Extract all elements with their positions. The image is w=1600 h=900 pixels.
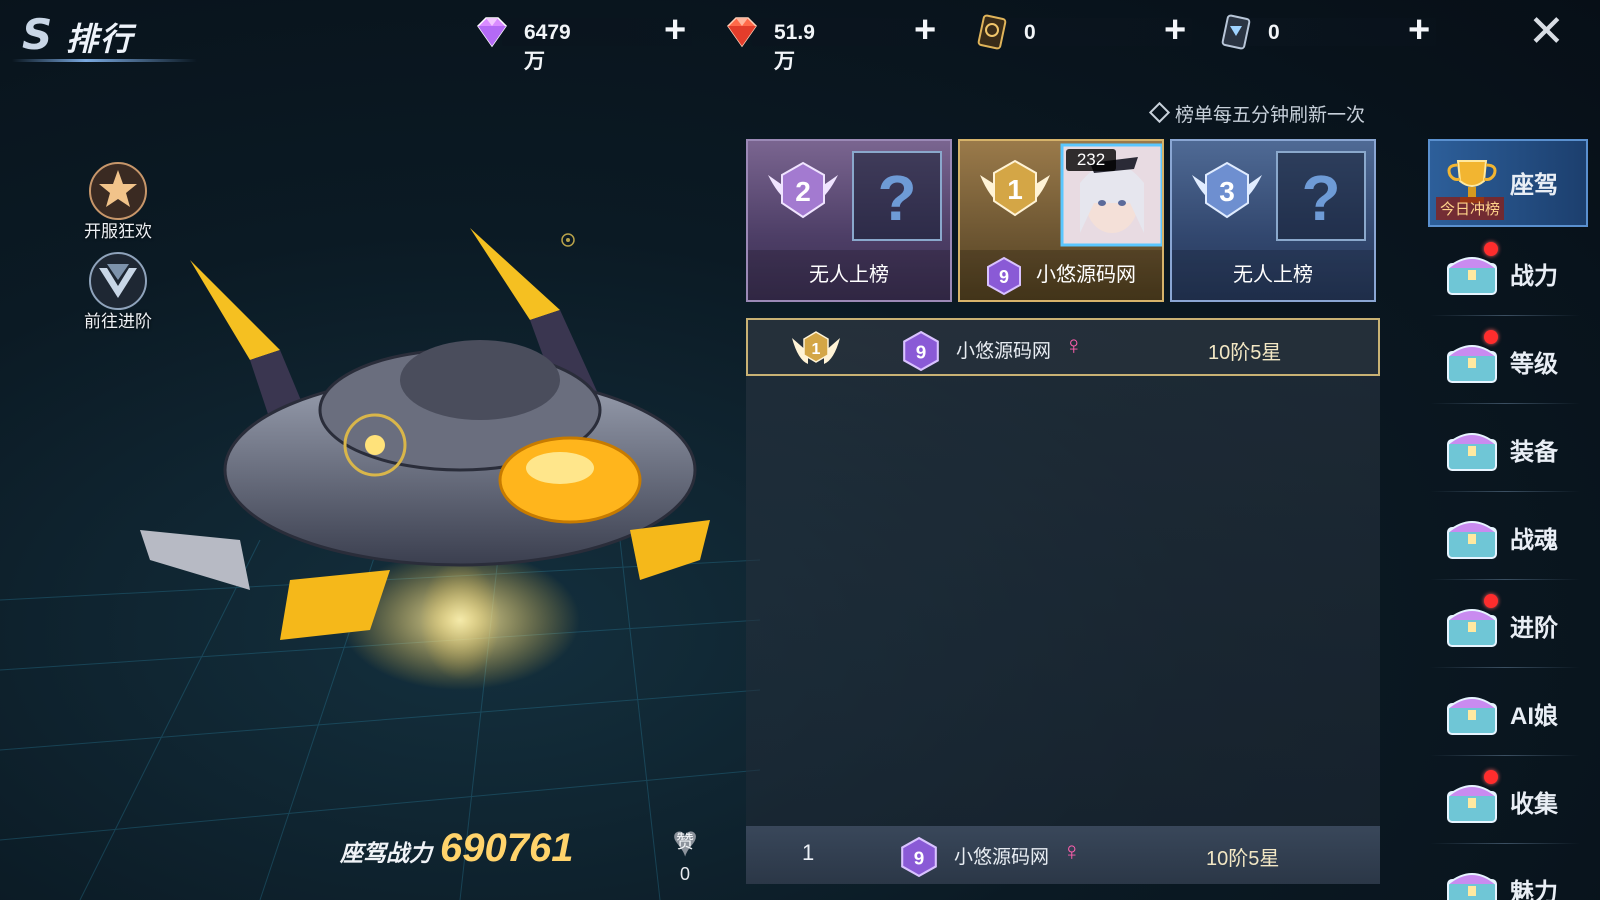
divider [1430,491,1580,492]
silver-card-icon [1221,14,1251,50]
gem-icon [477,17,507,48]
svg-text:9: 9 [916,342,927,363]
today-rush-badge: 今日冲榜 [1436,197,1505,220]
rank-2-badge-icon: 2 [768,161,838,219]
female-icon: ♀ [1064,330,1084,360]
tab-power[interactable]: 战力 [1430,232,1588,316]
divider [1430,403,1580,404]
add-red-gem-button[interactable]: + [914,10,936,50]
close-button[interactable]: ✕ [1528,10,1565,54]
tab-equipment-label: 装备 [1510,439,1558,466]
tab-charm[interactable]: 魅力 [1430,848,1588,900]
chest-icon [1447,697,1497,735]
rank-1-name: 小悠源码网 [1036,264,1136,286]
svg-text:2: 2 [795,176,811,207]
empty-avatar-placeholder: ? [852,151,942,241]
refresh-notice: 榜单每五分钟刷新一次 [1148,100,1366,127]
player-name: 小悠源码网 [956,341,1052,362]
tab-power-label: 战力 [1510,263,1558,290]
svg-text:3: 3 [1219,176,1235,207]
tab-charm-label: 魅力 [1510,879,1558,900]
rank-3-name: 无人上榜 [1172,250,1374,300]
rank-1-badge-icon: 1 [980,159,1050,217]
like-count: 0 [679,864,690,884]
vip-badge-icon: 9 [903,330,939,372]
target-icon [561,233,575,247]
divider [1430,755,1580,756]
svg-text:1: 1 [812,341,821,358]
empty-avatar-placeholder: ? [1276,151,1366,241]
gold-card-icon [977,14,1007,50]
rank-1-name-area: 9 小悠源码网 [960,250,1162,300]
gold-card-value: 0 [1024,21,1036,44]
tab-mount-label: 座驾 [1510,172,1558,199]
my-name: 小悠源码网 [954,847,1050,868]
player-level: 232 [1066,149,1116,171]
chest-icon [1447,521,1497,559]
my-rank-row: 1 9 小悠源码网 ♀ 10阶5星 [746,826,1380,884]
tab-collection[interactable]: 收集 [1430,760,1588,844]
female-icon: ♀ [1062,836,1082,866]
tab-mount[interactable]: 座驾 今日冲榜 [1428,139,1588,227]
tab-battle-soul[interactable]: 战魂 [1430,496,1588,580]
tab-battle-soul-label: 战魂 [1510,527,1558,554]
red-gem-icon [727,17,757,48]
vip-badge-icon: 9 [901,836,937,878]
svg-text:9: 9 [999,267,1009,287]
ranking-list[interactable]: 1 9 小悠源码网 ♀ 10阶5星 [746,318,1380,884]
my-mount-level: 10阶5星 [1206,848,1280,870]
refresh-notice-text: 榜单每五分钟刷新一次 [1175,105,1366,126]
notification-dot [1484,770,1498,784]
silver-card-value: 0 [1268,21,1280,44]
divider [1430,667,1580,668]
svg-text:1: 1 [1007,174,1023,205]
like-button[interactable]: ♥ 赞 0 [660,820,710,885]
add-gem-button[interactable]: + [664,10,686,50]
list-item[interactable]: 1 9 小悠源码网 ♀ 10阶5星 [746,318,1380,376]
my-rank-number: 1 [802,840,815,865]
rank-1-medal-icon: 1 [792,331,840,364]
svg-text:9: 9 [914,848,925,869]
divider [1430,843,1580,844]
tab-level[interactable]: 等级 [1430,320,1588,404]
mount-power: 座驾战力 690761 [340,826,573,871]
like-label: 赞 [676,832,694,852]
tab-collection-label: 收集 [1510,791,1558,818]
mount-power-value: 690761 [440,826,574,870]
mount-power-label: 座驾战力 [340,840,432,866]
chest-icon [1447,873,1497,900]
rank-2-name: 无人上榜 [748,250,950,300]
add-silver-card-button[interactable]: + [1408,10,1430,50]
notification-dot [1484,594,1498,608]
chest-icon [1447,433,1497,471]
mount-model [140,228,710,690]
tab-equipment[interactable]: 装备 [1430,408,1588,492]
gem-value: 6479万 [524,21,571,73]
tab-advance-label: 进阶 [1510,615,1558,642]
notification-dot [1484,242,1498,256]
divider [1430,579,1580,580]
title-underline [12,59,197,62]
rank-card-3[interactable]: 3 ? 无人上榜 [1170,139,1376,302]
rank-logo-icon: S [22,10,53,59]
tab-ai-girl[interactable]: AI娘 [1430,672,1588,756]
red-gem-value: 51.9万 [774,21,815,73]
mount-level: 10阶5星 [1208,342,1282,364]
divider [1430,315,1580,316]
diamond-bullet-icon [1148,101,1171,124]
page-title-area: S 排行 [12,4,197,62]
notification-dot [1484,330,1498,344]
rank-card-2[interactable]: 2 ? 无人上榜 [746,139,952,302]
rank-card-1[interactable]: 1 232 9 小悠源码网 [958,139,1164,302]
tab-advance[interactable]: 进阶 [1430,584,1588,668]
tab-level-label: 等级 [1510,351,1558,378]
vip-badge-icon: 9 [987,256,1021,296]
add-gold-card-button[interactable]: + [1164,10,1186,50]
tab-ai-girl-label: AI娘 [1510,703,1558,730]
page-title: 排行 [66,21,135,57]
rank-3-badge-icon: 3 [1192,161,1262,219]
